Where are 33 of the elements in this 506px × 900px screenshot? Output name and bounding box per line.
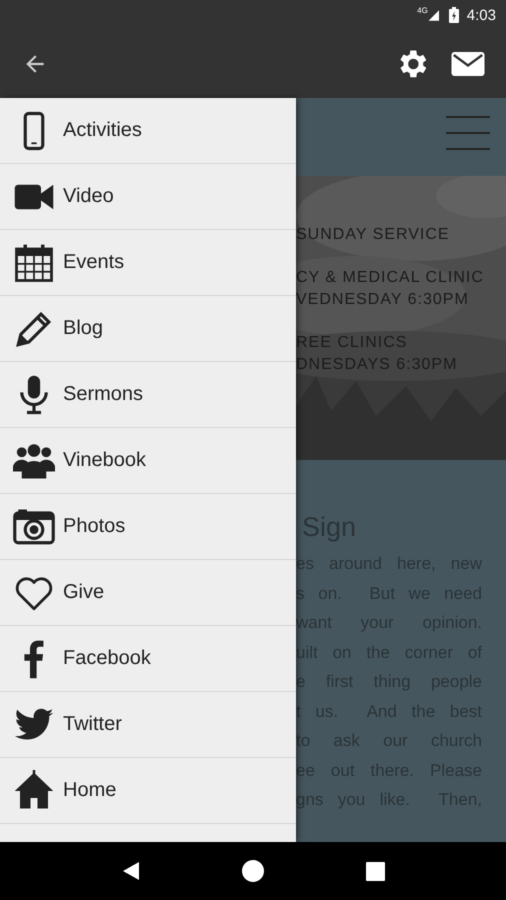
- circle-icon: [242, 860, 264, 882]
- menu-item[interactable]: Events: [0, 230, 296, 296]
- menu-item[interactable]: Video: [0, 164, 296, 230]
- calendar-icon: [13, 242, 55, 284]
- menu-item-label: Sermons: [63, 383, 144, 406]
- menu-item-label: Give: [63, 581, 104, 604]
- menu-item[interactable]: Vinebook: [0, 428, 296, 494]
- clock: 4:03: [466, 6, 496, 24]
- banner-text: CY & MEDICAL CLINIC: [296, 268, 485, 288]
- menu-item[interactable]: Twitter: [0, 692, 296, 758]
- network-type: 4G: [417, 6, 428, 15]
- menu-item[interactable]: Sermons: [0, 362, 296, 428]
- menu-item-label: Video: [63, 185, 114, 208]
- house-icon: [13, 770, 55, 812]
- menu-item-label: Activities: [63, 119, 142, 142]
- menu-item[interactable]: Home: [0, 758, 296, 824]
- menu-item-label: Photos: [63, 515, 126, 538]
- battery-charging-icon: [448, 7, 459, 23]
- menu-item[interactable]: Blog: [0, 296, 296, 362]
- menu-item[interactable]: Facebook: [0, 626, 296, 692]
- menu-item[interactable]: Activities: [0, 98, 296, 164]
- triangle-icon: [121, 861, 141, 881]
- menu-item-label: Facebook: [63, 647, 151, 670]
- menu-item[interactable]: Photos: [0, 494, 296, 560]
- banner-text: VEDNESDAY 6:30PM: [296, 290, 470, 310]
- menu-item-label: Twitter: [63, 713, 122, 736]
- menu-item[interactable]: Give: [0, 560, 296, 626]
- menu-item-label: Vinebook: [63, 449, 146, 472]
- menu-item-label: Blog: [63, 317, 104, 340]
- square-icon: [366, 862, 384, 880]
- banner-text: SUNDAY SERVICE: [296, 225, 451, 245]
- menu-item-label: Home: [63, 779, 116, 802]
- menu-item-label: Events: [63, 251, 124, 274]
